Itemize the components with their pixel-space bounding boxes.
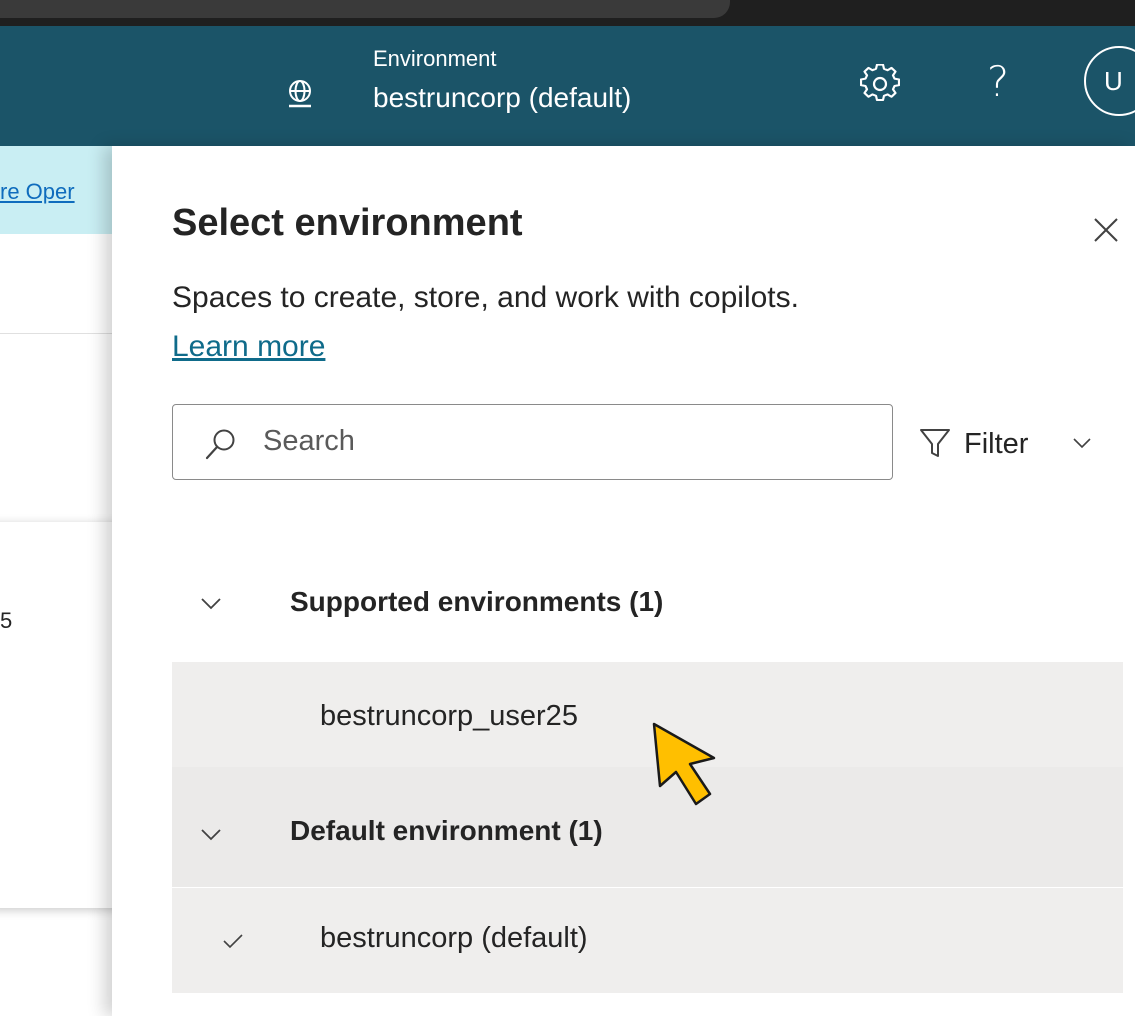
- group-label: Supported environments (1): [290, 586, 664, 617]
- browser-tab-edge: [0, 0, 730, 18]
- chevron-down-icon: [201, 829, 221, 841]
- panel-description: Spaces to create, store, and work with c…: [172, 281, 799, 314]
- mouse-cursor-icon: [652, 722, 716, 806]
- background-banner-link[interactable]: re Oper: [0, 179, 112, 205]
- background-banner: re Oper: [0, 146, 112, 234]
- environment-name: bestruncorp (default): [320, 922, 588, 954]
- environment-name: bestruncorp_user25: [320, 700, 578, 732]
- group-label: Default environment (1): [290, 815, 603, 846]
- environment-label: Environment: [373, 46, 497, 71]
- filter-icon: [920, 429, 950, 457]
- filter-button[interactable]: Filter: [912, 414, 1112, 474]
- filter-label: Filter: [964, 428, 1029, 460]
- environment-picker-button[interactable]: bestruncorp (default): [373, 82, 631, 114]
- avatar-initial: U: [1104, 66, 1123, 96]
- group-header-supported[interactable]: Supported environments (1): [172, 554, 1123, 658]
- help-button[interactable]: ?: [976, 54, 1020, 110]
- background-divider: [0, 333, 112, 334]
- globe-icon[interactable]: [283, 77, 317, 111]
- group-header-default[interactable]: Default environment (1): [172, 767, 1123, 887]
- search-input[interactable]: [263, 419, 863, 463]
- environment-row-default[interactable]: bestruncorp (default): [172, 888, 1123, 993]
- search-icon: [205, 429, 235, 460]
- panel-title: Select environment: [172, 202, 523, 244]
- gear-icon[interactable]: [860, 64, 900, 104]
- select-environment-panel: Select environment Spaces to create, sto…: [112, 146, 1135, 1016]
- background-card-text: 5: [0, 608, 13, 633]
- environment-row-user25[interactable]: bestruncorp_user25: [172, 662, 1123, 767]
- browser-top-strip: [0, 0, 1135, 26]
- chevron-down-icon: [201, 598, 221, 610]
- learn-more-link[interactable]: Learn more: [172, 330, 325, 364]
- chevron-down-icon: [1073, 438, 1091, 449]
- checkmark-icon: [223, 934, 243, 949]
- avatar[interactable]: U: [1084, 46, 1135, 116]
- app-header: Environment bestruncorp (default) ? U: [0, 26, 1135, 146]
- search-box[interactable]: [172, 404, 893, 480]
- close-icon[interactable]: [1088, 212, 1124, 248]
